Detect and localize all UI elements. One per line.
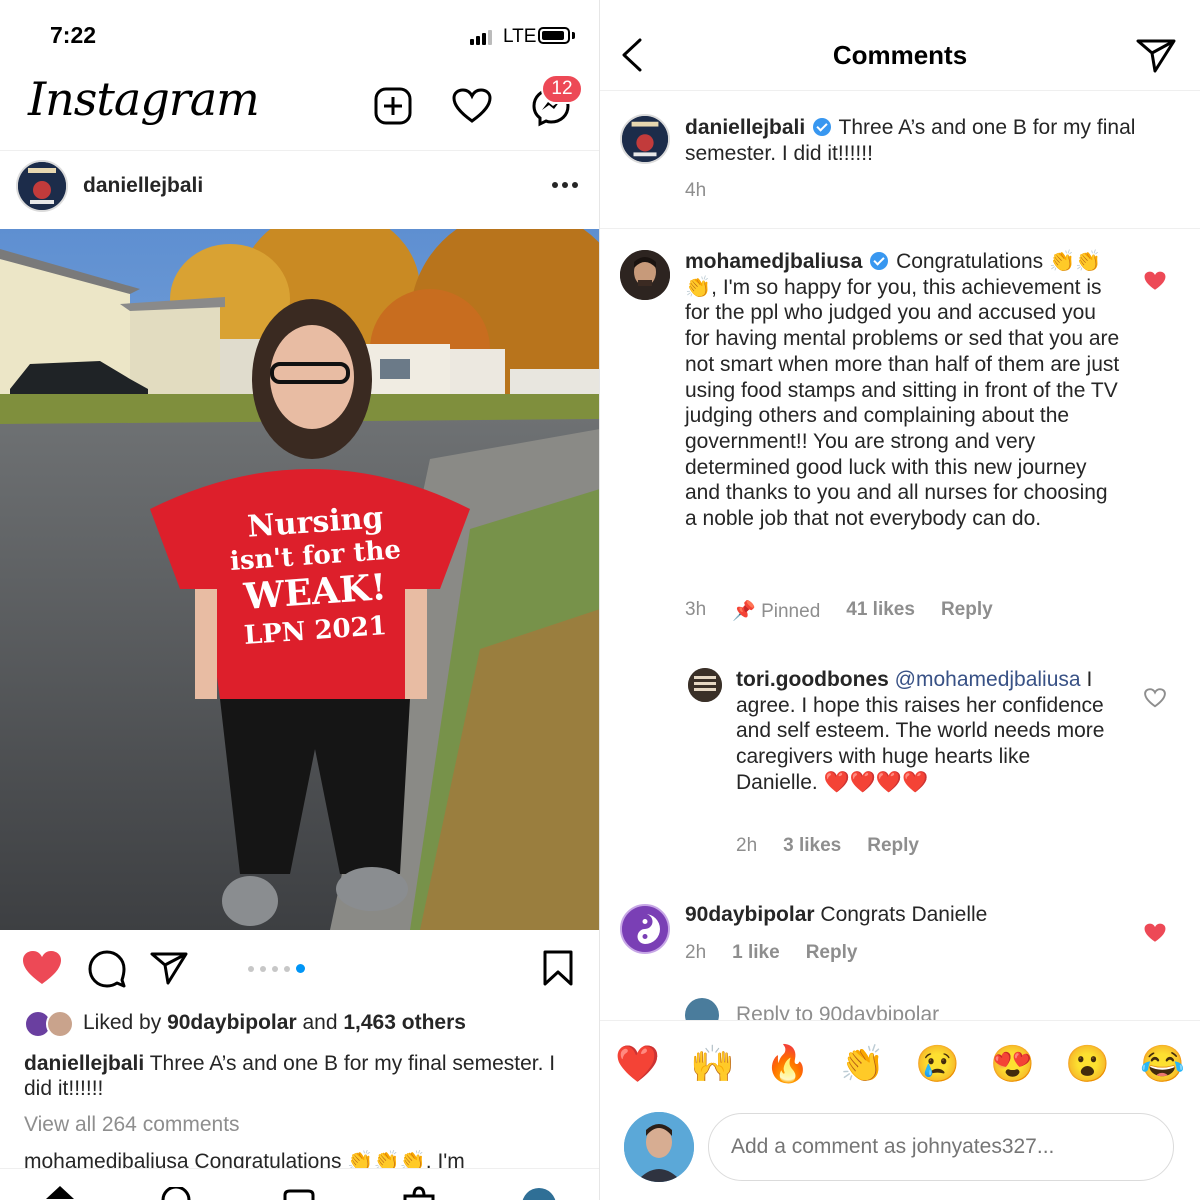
liked-by-and: and <box>302 1011 338 1034</box>
caption-author-avatar[interactable] <box>620 114 670 164</box>
verified-badge-icon <box>813 118 832 136</box>
battery-icon <box>538 27 570 44</box>
comment-1: mohamedjbaliusa Congratulations 👏👏👏, I'm… <box>685 249 1125 532</box>
liked-by-line[interactable]: Liked by 90daybipolar and 1,463 others <box>83 1011 466 1035</box>
comment-input[interactable] <box>708 1113 1174 1181</box>
post-photo[interactable]: Nursing isn't for the WEAK! LPN 2021 <box>0 229 599 930</box>
comment-2: tori.goodbones @mohamedjbaliusa I agree.… <box>736 667 1116 796</box>
carousel-dot <box>248 965 254 972</box>
home-tab-icon[interactable] <box>45 1185 75 1200</box>
tabbar-divider <box>0 1168 599 1169</box>
emoji-raised-hands[interactable]: 🙌 <box>690 1043 735 1085</box>
emoji-crying[interactable]: 😢 <box>915 1043 960 1085</box>
save-bookmark-icon[interactable] <box>542 950 574 986</box>
reels-tab-icon[interactable] <box>282 1188 316 1200</box>
comment-2-reply-button[interactable]: Reply <box>867 835 919 857</box>
original-caption-time: 4h <box>685 180 707 201</box>
header-divider <box>0 150 599 151</box>
current-user-avatar <box>624 1112 694 1182</box>
like-heart-icon[interactable] <box>22 950 62 986</box>
liked-by-user[interactable]: 90daybipolar <box>167 1011 297 1034</box>
comment-avatar-mohamedjbaliusa[interactable] <box>620 250 670 300</box>
activity-heart-icon[interactable] <box>451 86 493 126</box>
comments-title: Comments <box>832 40 968 70</box>
original-caption-meta: 4h <box>685 180 706 202</box>
verified-badge-icon <box>870 252 889 270</box>
emoji-quick-reactions: ❤️ 🙌 🔥 👏 😢 😍 😮 😂 <box>600 1020 1200 1106</box>
original-caption-user[interactable]: daniellejbali <box>685 116 805 139</box>
status-time: 7:22 <box>50 22 97 48</box>
share-icon[interactable] <box>150 950 188 986</box>
liked-by-prefix: Liked by <box>83 1011 162 1034</box>
comment-3-reply-button[interactable]: Reply <box>806 942 858 964</box>
comment-2-meta: 2h 3 likes Reply <box>736 835 919 857</box>
reply-to-row[interactable]: Reply to 90daybipolar <box>685 994 1185 1020</box>
emoji-heart[interactable]: ❤️ <box>615 1043 660 1085</box>
instagram-feed-screen: 7:22 LTE Instagram 12 daniellejbali Nurs… <box>0 0 600 1200</box>
profile-tab-avatar[interactable] <box>522 1188 556 1200</box>
emoji-clap[interactable]: 👏 <box>840 1043 885 1085</box>
comment-3-text: Congrats Danielle <box>820 903 988 926</box>
more-options-icon[interactable] <box>550 175 580 195</box>
comment-3-meta: 2h 1 like Reply <box>685 942 857 964</box>
carousel-dot <box>272 965 278 972</box>
comment-2-user[interactable]: tori.goodbones <box>736 668 889 691</box>
comment-3: 90daybipolar Congrats Danielle <box>685 902 1125 928</box>
comment-1-meta: 3h 📌 Pinned 41 likes Reply <box>685 599 993 623</box>
emoji-surprised[interactable]: 😮 <box>1065 1043 1110 1085</box>
comment-3-user[interactable]: 90daybipolar <box>685 903 815 926</box>
comment-1-time: 3h <box>685 599 707 620</box>
carousel-dot-active <box>296 964 305 973</box>
post-caption: daniellejbali Three A’s and one B for my… <box>24 1051 584 1101</box>
emoji-fire[interactable]: 🔥 <box>765 1043 810 1085</box>
comment-2-time: 2h <box>736 835 758 856</box>
pin-icon: 📌 <box>732 601 756 622</box>
search-tab-icon[interactable] <box>160 1185 192 1200</box>
battery-tip <box>572 32 575 39</box>
author-avatar[interactable] <box>16 160 68 212</box>
comment-3-likes[interactable]: 1 like <box>732 942 780 964</box>
emoji-laughing[interactable]: 😂 <box>1140 1043 1185 1085</box>
caption-author[interactable]: daniellejbali <box>24 1052 144 1075</box>
comment-3-liked-heart-icon[interactable] <box>1144 923 1166 943</box>
comment-1-reply-button[interactable]: Reply <box>941 599 993 623</box>
new-post-icon[interactable] <box>373 86 413 126</box>
comment-1-likes[interactable]: 41 likes <box>846 599 915 623</box>
view-all-comments-link[interactable]: View all 264 comments <box>24 1113 240 1137</box>
comment-avatar-90daybipolar[interactable] <box>620 904 670 954</box>
carousel-indicator <box>248 964 305 973</box>
title-divider <box>600 90 1200 91</box>
signal-icon <box>470 30 492 45</box>
comment-1-liked-heart-icon[interactable] <box>1144 271 1166 291</box>
shop-tab-icon[interactable] <box>402 1186 436 1200</box>
share-direct-icon[interactable] <box>1136 38 1176 74</box>
carousel-dot <box>284 965 290 972</box>
comment-2-likes[interactable]: 3 likes <box>783 835 841 857</box>
comment-2-heart-outline-icon[interactable] <box>1144 688 1166 708</box>
comments-screen: Comments daniellejbali Three A’s and one… <box>600 0 1200 1200</box>
comment-2-mention[interactable]: @mohamedjbaliusa <box>895 668 1081 691</box>
comment-avatar-tori-goodbones[interactable] <box>688 668 722 702</box>
comment-icon[interactable] <box>88 950 126 988</box>
reply-to-label: Reply to 90daybipolar <box>736 1003 940 1020</box>
network-label: LTE <box>503 26 537 47</box>
instagram-logo[interactable]: Instagram <box>28 72 260 126</box>
pinned-label: 📌 Pinned <box>732 601 821 622</box>
caption-divider <box>600 228 1200 229</box>
original-caption: daniellejbali Three A’s and one B for my… <box>685 115 1180 166</box>
comment-preview[interactable]: mohamedjbaliusa Congratulations 👏👏👏, I'm <box>24 1150 544 1168</box>
liked-by-others[interactable]: 1,463 others <box>343 1011 466 1034</box>
reply-avatar <box>685 998 719 1020</box>
emoji-heart-eyes[interactable]: 😍 <box>990 1043 1035 1085</box>
comment-3-time: 2h <box>685 942 707 963</box>
post-author-name[interactable]: daniellejbali <box>83 174 203 198</box>
carousel-dot <box>260 965 266 972</box>
messages-badge: 12 <box>541 74 583 104</box>
liker-avatar-2 <box>46 1010 74 1038</box>
comment-1-text: Congratulations 👏👏👏, I'm so happy for yo… <box>685 250 1120 531</box>
comment-1-user[interactable]: mohamedjbaliusa <box>685 250 862 273</box>
